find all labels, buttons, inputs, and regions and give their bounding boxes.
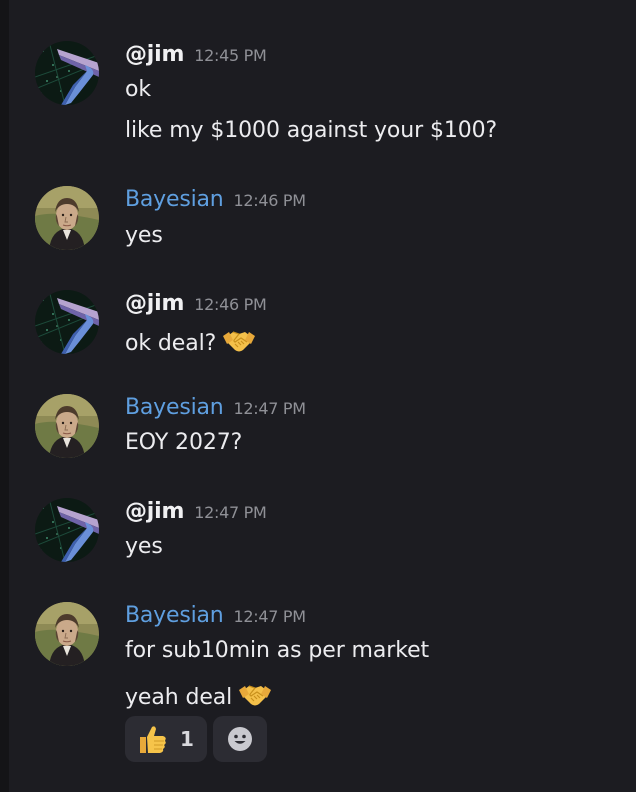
handshake-icon: [238, 680, 272, 714]
thumbs-up-icon: [136, 723, 168, 759]
message-text: yeah deal: [125, 685, 233, 710]
bayesian-portrait-avatar-icon[interactable]: [35, 186, 99, 250]
message-header: Bayesian 12:47 PM: [125, 603, 307, 628]
message-list: @jim 12:45 PM ok like my $1000 against yo…: [9, 0, 636, 792]
handshake-icon: [222, 326, 256, 360]
message-header: @jim 12:45 PM: [125, 42, 267, 67]
timestamp[interactable]: 12:45 PM: [194, 46, 267, 65]
message-text: ok deal?: [125, 331, 217, 356]
left-rail: [0, 0, 9, 792]
reaction-thumbs-up[interactable]: 1: [125, 716, 207, 762]
reaction-count: 1: [180, 727, 194, 751]
message-text: for sub10min as per market: [125, 638, 430, 663]
timestamp[interactable]: 12:46 PM: [194, 295, 267, 314]
jim-avatar-icon[interactable]: [35, 498, 99, 562]
message-header: @jim 12:46 PM: [125, 291, 267, 316]
add-reaction-icon: [227, 726, 253, 756]
timestamp[interactable]: 12:47 PM: [194, 503, 267, 522]
message-text: yes: [125, 223, 163, 248]
message-header: Bayesian 12:46 PM: [125, 187, 307, 212]
message-line: ok deal?: [125, 326, 256, 360]
message-text: ok: [125, 77, 152, 102]
username[interactable]: @jim: [125, 291, 184, 316]
add-reaction-button[interactable]: [213, 716, 267, 762]
message-text: like my $1000 against your $100?: [125, 118, 498, 143]
timestamp[interactable]: 12:46 PM: [234, 191, 307, 210]
username[interactable]: Bayesian: [125, 603, 224, 628]
jim-avatar-icon[interactable]: [35, 290, 99, 354]
username[interactable]: @jim: [125, 499, 184, 524]
message-text: yes: [125, 534, 163, 559]
timestamp[interactable]: 12:47 PM: [234, 607, 307, 626]
username[interactable]: Bayesian: [125, 395, 224, 420]
message-line: yeah deal: [125, 680, 272, 714]
message-text: EOY 2027?: [125, 430, 243, 455]
bayesian-portrait-avatar-icon[interactable]: [35, 602, 99, 666]
username[interactable]: Bayesian: [125, 187, 224, 212]
jim-avatar-icon[interactable]: [35, 41, 99, 105]
timestamp[interactable]: 12:47 PM: [234, 399, 307, 418]
bayesian-portrait-avatar-icon[interactable]: [35, 394, 99, 458]
message-header: Bayesian 12:47 PM: [125, 395, 307, 420]
message-header: @jim 12:47 PM: [125, 499, 267, 524]
username[interactable]: @jim: [125, 42, 184, 67]
